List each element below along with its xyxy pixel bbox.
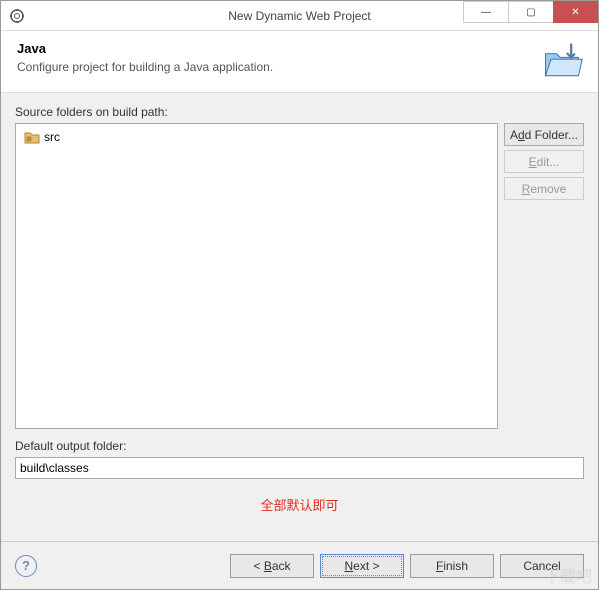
- wizard-footer: ? < Back Next > Finish Cancel: [1, 541, 598, 589]
- maximize-button[interactable]: ▢: [508, 1, 553, 23]
- output-folder-input[interactable]: [15, 457, 584, 479]
- minimize-button[interactable]: —: [463, 1, 508, 23]
- list-item-label: src: [44, 130, 60, 144]
- package-folder-icon: [24, 130, 40, 144]
- page-title: Java: [17, 41, 582, 56]
- titlebar: New Dynamic Web Project — ▢ ✕: [1, 1, 598, 31]
- page-description: Configure project for building a Java ap…: [17, 60, 582, 74]
- side-buttons: Add Folder... Edit... Remove: [504, 123, 584, 200]
- add-folder-button[interactable]: Add Folder...: [504, 123, 584, 146]
- edit-button: Edit...: [504, 150, 584, 173]
- output-section: Default output folder:: [15, 439, 584, 479]
- footer-buttons: < Back Next > Finish Cancel: [230, 554, 584, 578]
- source-folders-label: Source folders on build path:: [15, 105, 584, 119]
- annotation-text: 全部默认即可: [15, 495, 584, 514]
- back-button[interactable]: < Back: [230, 554, 314, 578]
- help-icon[interactable]: ?: [15, 555, 37, 577]
- wizard-content: Source folders on build path: src Add Fo…: [1, 93, 598, 526]
- app-icon: [9, 8, 25, 24]
- output-folder-label: Default output folder:: [15, 439, 584, 453]
- remove-button: Remove: [504, 177, 584, 200]
- list-item[interactable]: src: [20, 128, 493, 146]
- folder-banner-icon: [540, 39, 584, 83]
- window-controls: — ▢ ✕: [463, 1, 598, 25]
- finish-button[interactable]: Finish: [410, 554, 494, 578]
- next-button[interactable]: Next >: [320, 554, 404, 578]
- wizard-header: Java Configure project for building a Ja…: [1, 31, 598, 93]
- cancel-button[interactable]: Cancel: [500, 554, 584, 578]
- close-button[interactable]: ✕: [553, 1, 598, 23]
- source-folders-list[interactable]: src: [15, 123, 498, 429]
